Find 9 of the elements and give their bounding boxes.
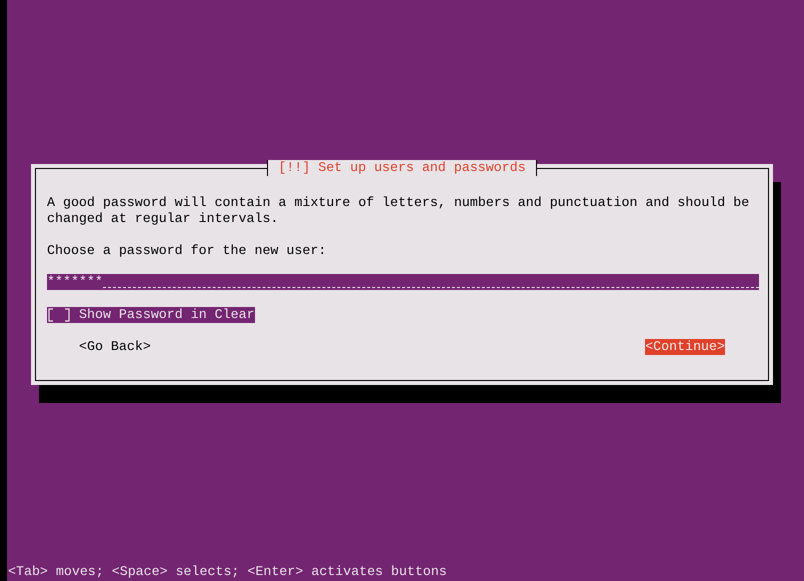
password-field[interactable]: *******	[47, 274, 759, 290]
dialog-button[interactable]: <Continue>	[645, 339, 725, 355]
checkbox-icon	[47, 308, 71, 322]
prompt-text: Choose a password for the new user:	[47, 243, 328, 259]
show-password-checkbox[interactable]: Show Password in Clear	[47, 307, 255, 323]
message-text: A good password will contain a mixture of letters, numbers and punctuation and should be changed at regular intervals.	[47, 195, 750, 227]
dialog-title: [!!] Set up users and passwords	[267, 160, 537, 176]
status-bar-text: <Tab> moves; <Space> selects; <Enter> activates buttons	[8, 564, 447, 579]
dialog-button[interactable]: <Go Back>	[79, 339, 151, 355]
